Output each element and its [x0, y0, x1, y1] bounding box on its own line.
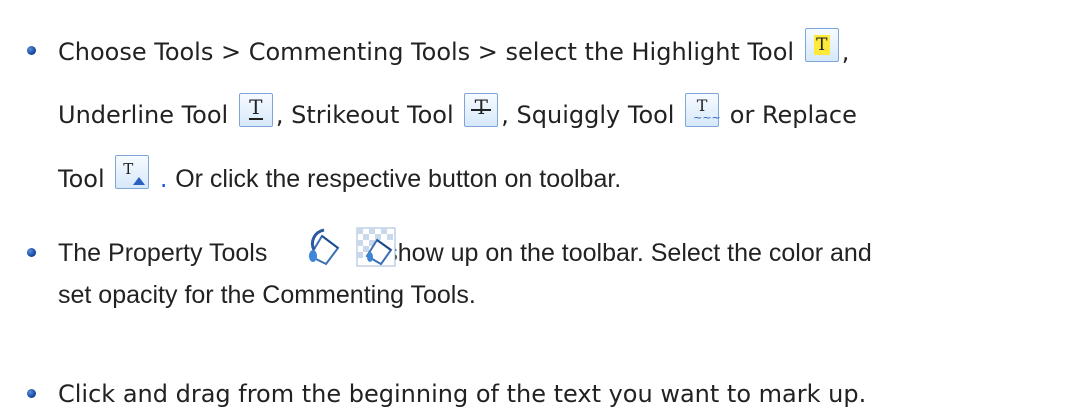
property-tools-icons: [304, 226, 401, 272]
paint-bucket-opacity-icon: [355, 226, 397, 268]
link-dot: .: [159, 165, 168, 193]
squiggly-tool-label: , Squiggly Tool: [501, 101, 675, 129]
underline-tool-icon: T: [238, 93, 273, 127]
bullet-marker: [27, 389, 36, 398]
highlight-tool-icon: T: [804, 28, 839, 62]
paint-bucket-color-icon: [304, 226, 346, 268]
replace-tool-label-end: Tool: [58, 165, 105, 193]
strikeout-tool-label: , Strikeout Tool: [275, 101, 454, 129]
bullet-marker: [27, 46, 36, 55]
bullet3-text: Click and drag from the beginning of the…: [58, 380, 867, 408]
bullet1-line3: Tool T . Or click the respective button …: [58, 155, 622, 197]
replace-tool-label-start: or Replace: [729, 101, 857, 129]
property-tools-label: The Property Tools: [58, 239, 268, 267]
bullet-marker: [27, 248, 36, 257]
bullet1-line1: Choose Tools > Commenting Tools > select…: [58, 28, 850, 70]
bullet2-text-1: show up on the toolbar. Select the color…: [385, 239, 872, 267]
bullet1-comma: ,: [841, 38, 850, 66]
bullet1-line2: Underline Tool T, Strikeout Tool T, Squi…: [58, 93, 857, 133]
bullet2-line2: set opacity for the Commenting Tools.: [58, 280, 476, 310]
bullet2-text-2: set opacity for the Commenting Tools.: [58, 281, 476, 309]
squiggly-tool-icon: T ~~~: [685, 93, 721, 127]
bullet1-text-1: Choose Tools > Commenting Tools > select…: [58, 38, 795, 66]
bullet3-line1: Click and drag from the beginning of the…: [58, 379, 866, 409]
bullet2-line1: The Property Tools show up on the toolba…: [58, 238, 872, 268]
strikeout-tool-icon: T: [464, 93, 499, 127]
bullet1-toolbar-text: Or click the respective button on toolba…: [175, 165, 622, 193]
replace-tool-icon: T: [115, 155, 150, 189]
underline-tool-label: Underline Tool: [58, 101, 229, 129]
